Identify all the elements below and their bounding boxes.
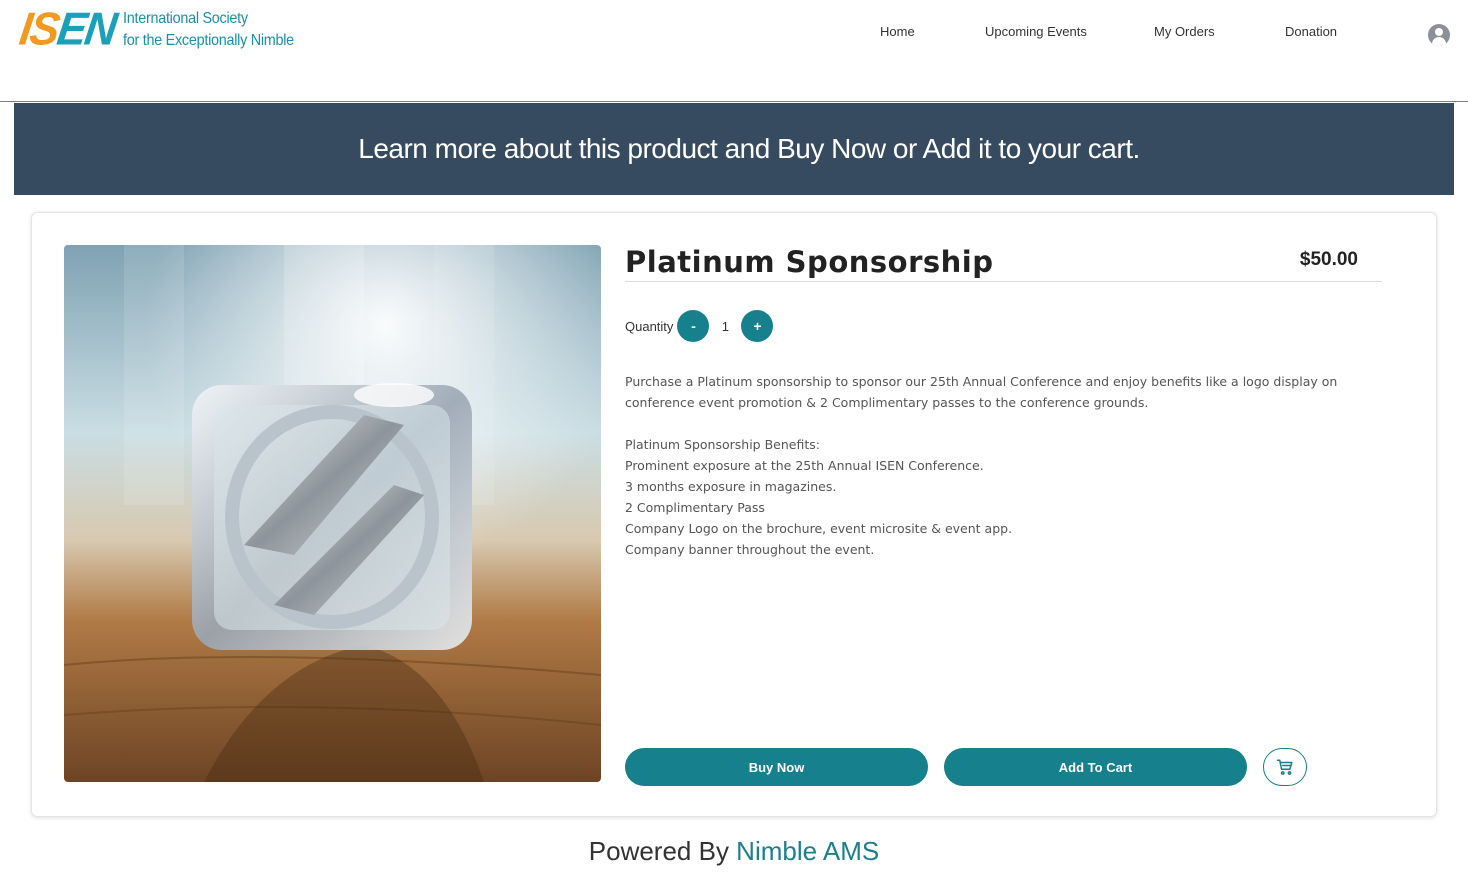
product-description: Purchase a Platinum sponsorship to spons… (625, 371, 1365, 560)
nav-donation[interactable]: Donation (1285, 24, 1337, 39)
cart-button[interactable] (1263, 748, 1307, 786)
nimble-ams-link[interactable]: Nimble AMS (736, 836, 879, 866)
product-card: Platinum Sponsorship $50.00 Quantity - +… (31, 212, 1437, 817)
nav-my-orders[interactable]: My Orders (1154, 24, 1215, 39)
benefit-item: 3 months exposure in magazines. (625, 479, 837, 494)
user-circle-icon[interactable] (1428, 24, 1450, 46)
benefit-item: Company Logo on the brochure, event micr… (625, 521, 1013, 536)
site-header: ISEN International Society for the Excep… (0, 0, 1468, 102)
quantity-label: Quantity (625, 318, 674, 334)
page-banner: Learn more about this product and Buy No… (14, 103, 1454, 195)
footer-prefix: Powered By (588, 836, 737, 866)
product-title: Platinum Sponsorship (625, 245, 994, 279)
product-price: $50.00 (1299, 249, 1358, 270)
nav-upcoming-events[interactable]: Upcoming Events (985, 24, 1087, 39)
add-to-cart-button[interactable]: Add To Cart (944, 748, 1247, 786)
product-title-row: Platinum Sponsorship $50.00 (625, 243, 1382, 282)
benefits-heading: Platinum Sponsorship Benefits: (625, 437, 820, 452)
description-paragraph: Purchase a Platinum sponsorship to spons… (625, 374, 1338, 410)
main-nav: Home Upcoming Events My Orders Donation (0, 24, 1468, 44)
banner-text: Learn more about this product and Buy No… (358, 133, 1140, 164)
benefit-item: Company banner throughout the event. (625, 542, 875, 557)
benefit-item: 2 Complimentary Pass (625, 500, 765, 515)
decrement-button[interactable]: - (677, 310, 710, 342)
footer-powered-by: Powered By Nimble AMS (0, 836, 1468, 867)
quantity-input[interactable] (709, 310, 742, 342)
increment-button[interactable]: + (741, 310, 774, 342)
product-image (64, 245, 601, 782)
benefit-item: Prominent exposure at the 25th Annual IS… (625, 458, 984, 473)
nav-home[interactable]: Home (880, 24, 915, 39)
buy-now-button[interactable]: Buy Now (625, 748, 928, 786)
shopping-cart-icon (1276, 759, 1293, 775)
quantity-control: Quantity - + (625, 310, 774, 342)
